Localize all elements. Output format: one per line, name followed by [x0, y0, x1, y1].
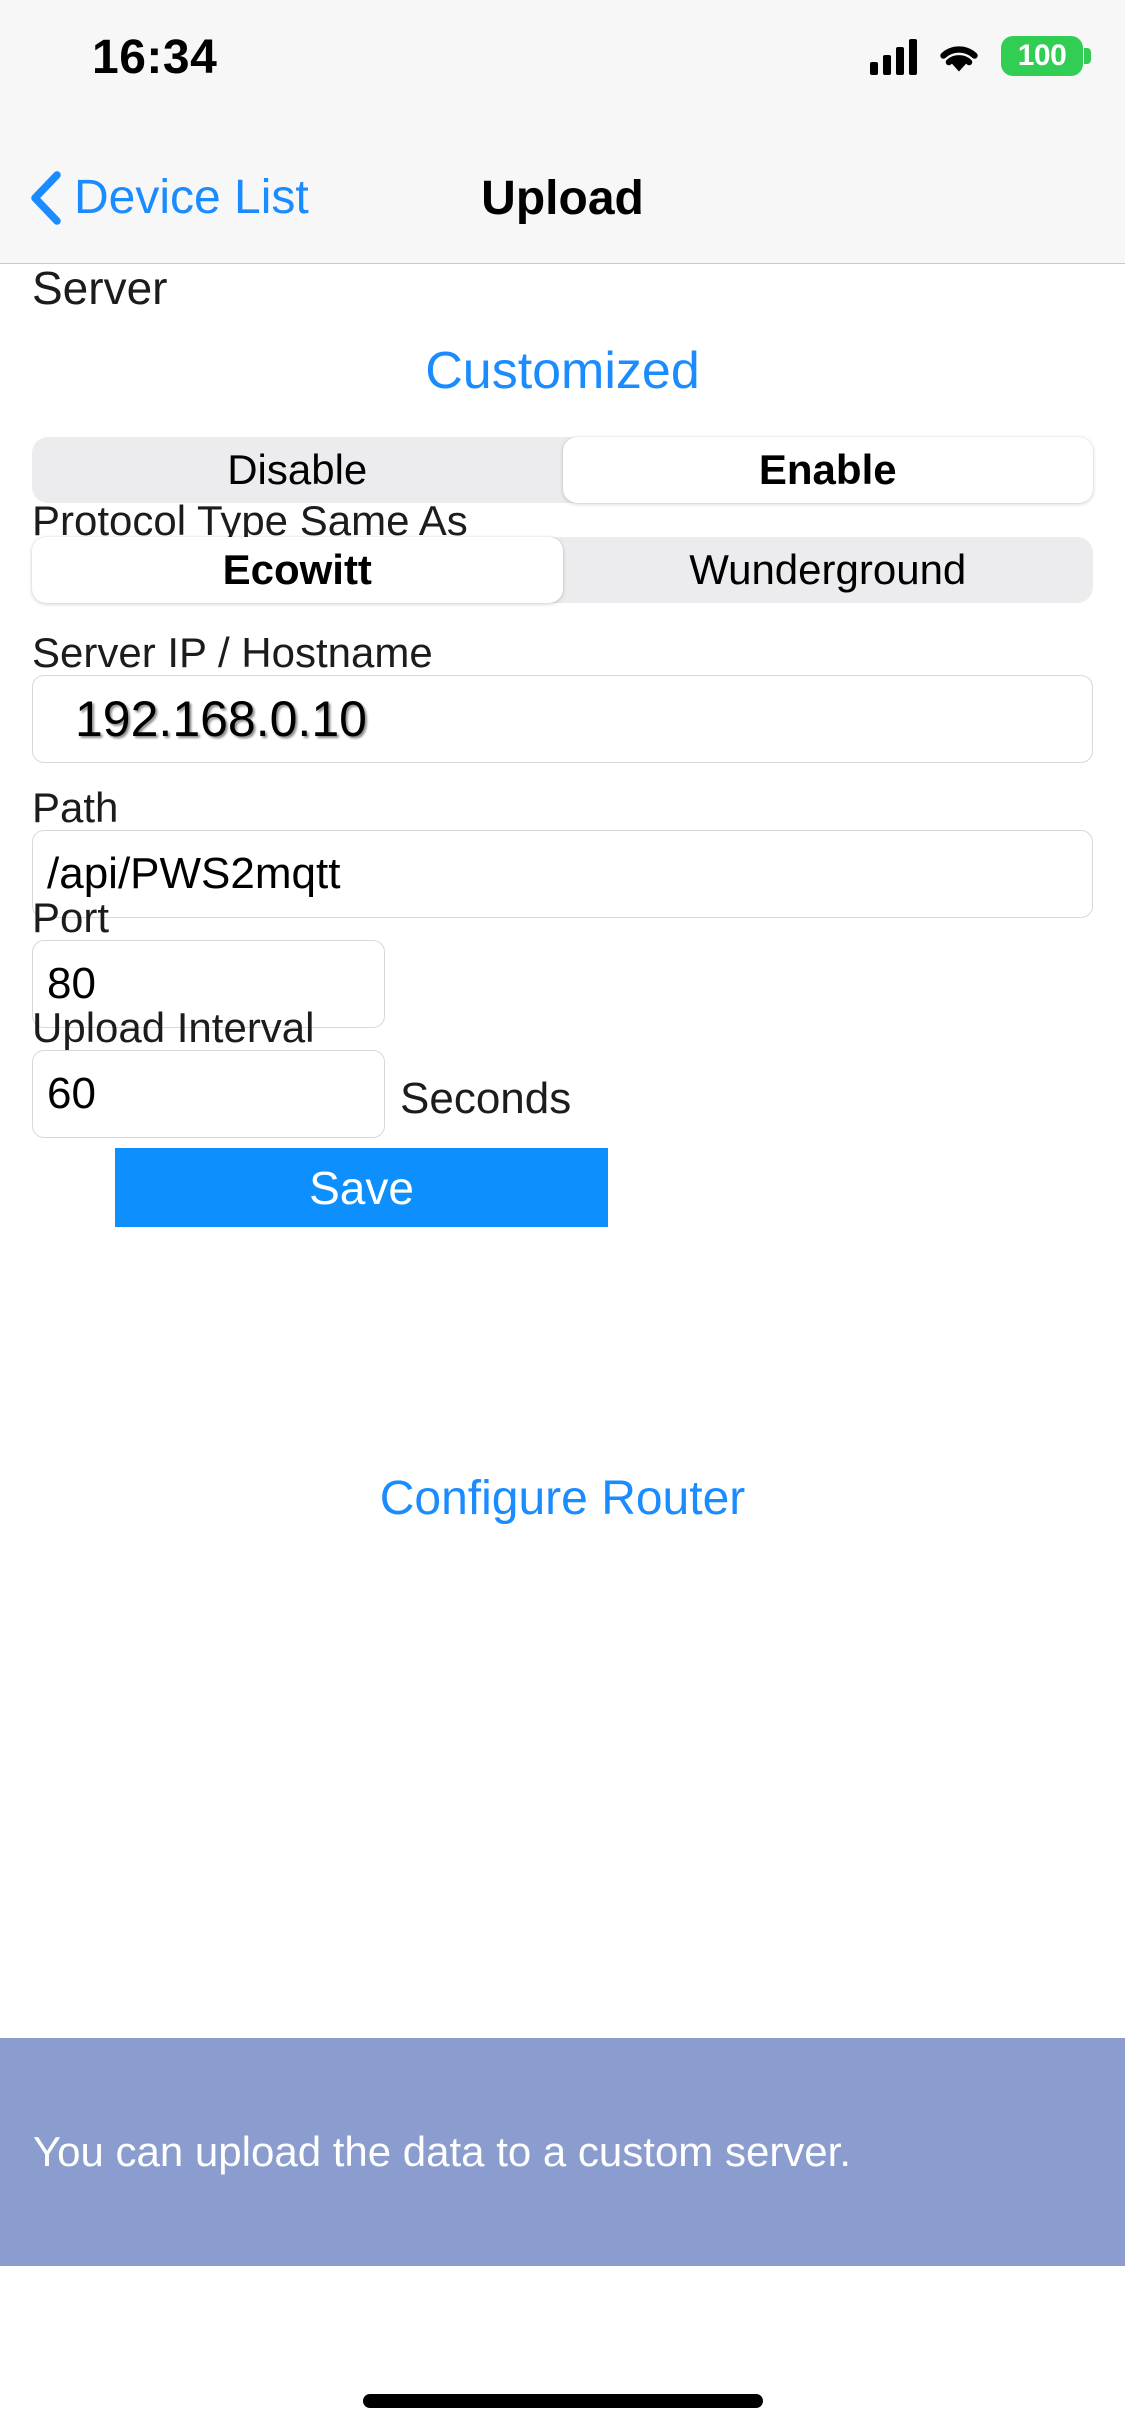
upload-interval-value: 60 [47, 1069, 96, 1118]
status-bar-indicators: 100 [870, 36, 1091, 76]
home-indicator[interactable] [362, 2394, 763, 2408]
segment-option-wunderground[interactable]: Wunderground [563, 537, 1094, 603]
upload-interval-input[interactable]: 60 [32, 1050, 385, 1138]
app-screen: 16:34 100 Upload Device List Server Cust… [0, 0, 1125, 2436]
enable-disable-segment[interactable]: Disable Enable [32, 437, 1093, 503]
port-value: 80 [47, 959, 96, 1008]
segment-option-ecowitt[interactable]: Ecowitt [32, 537, 563, 603]
path-value: /api/PWS2mqtt [47, 849, 341, 898]
battery-icon: 100 [1001, 36, 1091, 76]
back-button[interactable]: Device List [28, 132, 309, 264]
status-bar-time: 16:34 [92, 31, 218, 84]
server-ip-input[interactable]: 192.168.0.10 [32, 675, 1093, 763]
wifi-icon [935, 38, 983, 74]
segment-option-disable[interactable]: Disable [32, 437, 563, 503]
hint-toast-message: You can upload the data to a custom serv… [33, 2127, 851, 2175]
chevron-left-icon [28, 171, 62, 225]
hint-toast-overlay: You can upload the data to a custom serv… [0, 2038, 1125, 2266]
path-input[interactable]: /api/PWS2mqtt [32, 830, 1093, 918]
battery-level-label: 100 [1017, 39, 1067, 72]
upload-interval-unit-label: Seconds [400, 1074, 572, 1123]
field-label-port: Port [32, 894, 110, 941]
field-label-path: Path [32, 784, 119, 831]
status-bar: 16:34 100 [0, 0, 1125, 132]
save-button[interactable]: Save [115, 1148, 608, 1227]
protocol-type-segment[interactable]: Ecowitt Wunderground [32, 537, 1093, 603]
server-name-label: Customized [425, 342, 700, 400]
segment-option-enable[interactable]: Enable [562, 437, 1093, 503]
field-label-server-ip: Server IP / Hostname [32, 629, 433, 676]
configure-router-link[interactable]: Configure Router [0, 1471, 1125, 1526]
server-ip-value: 192.168.0.10 [75, 691, 367, 747]
field-label-upload-interval: Upload Interval [32, 1004, 315, 1051]
section-label-server: Server [32, 262, 168, 314]
cellular-signal-icon [870, 37, 917, 75]
navigation-bar: Upload Device List [0, 132, 1125, 264]
back-button-label: Device List [74, 171, 309, 224]
